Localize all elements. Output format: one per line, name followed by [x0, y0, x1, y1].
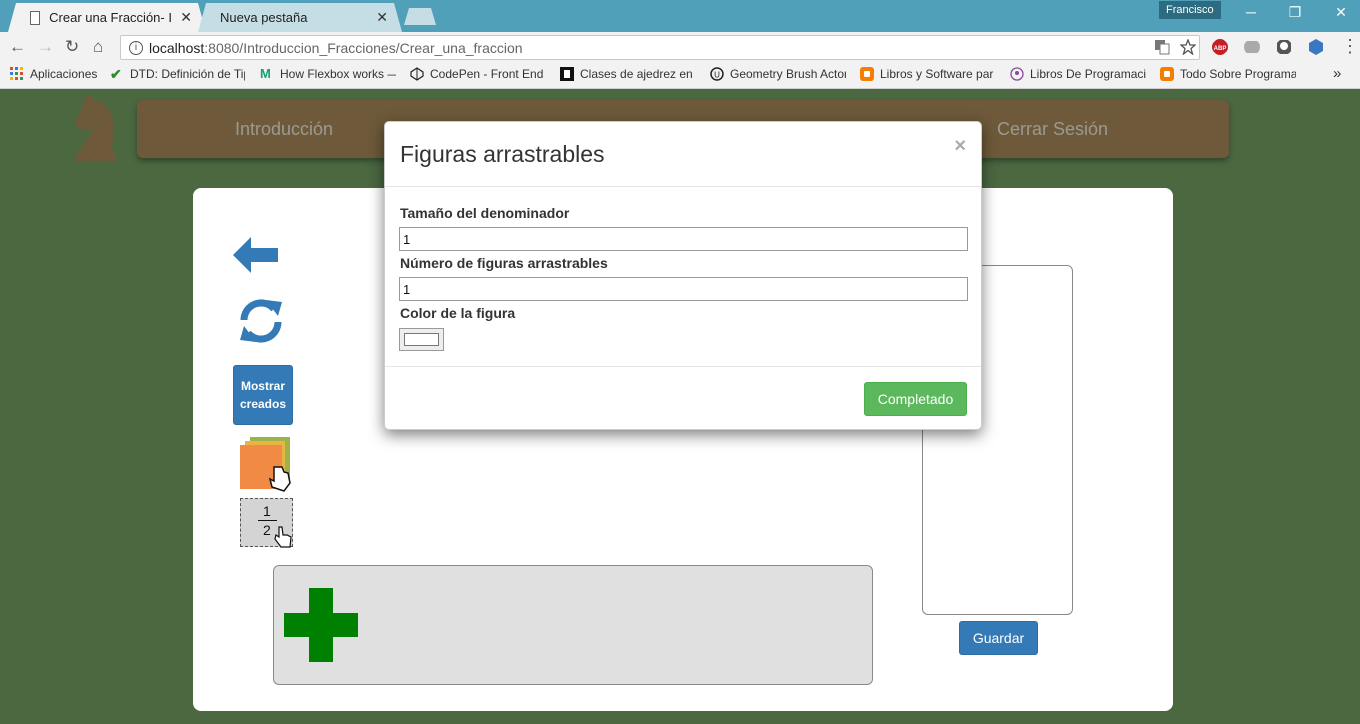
address-bar-row: ← → ↻ ⌂ i localhost :8080/Introduccion_F… — [0, 32, 1360, 62]
url-host: localhost — [149, 39, 205, 56]
unreal-icon: U — [710, 67, 724, 81]
url-input[interactable]: i localhost :8080/Introduccion_Fraccione… — [120, 35, 1200, 60]
cube-extension-icon[interactable] — [1308, 39, 1324, 55]
fraction-denominator: 2 — [263, 522, 271, 538]
apps-grid-icon — [10, 67, 23, 80]
lightbulb-icon[interactable] — [1276, 39, 1292, 55]
fraction-bar — [258, 520, 277, 521]
url-path: :8080/Introduccion_Fracciones/Crear_una_… — [204, 39, 523, 56]
browser-tab-new[interactable]: Nueva pestaña ✕ — [198, 3, 402, 32]
bookmark-label: DTD: Definición de Tip — [130, 67, 245, 81]
bookmark-label: How Flexbox works — — [280, 67, 396, 81]
close-window-icon[interactable]: ✕ — [1318, 4, 1360, 21]
restore-icon[interactable]: ❐ — [1272, 4, 1318, 21]
blogger-icon — [1160, 67, 1174, 81]
color-swatch — [404, 333, 439, 346]
site-info-icon[interactable]: i — [129, 40, 143, 55]
modal-title: Figuras arrastrables — [400, 141, 605, 167]
bookmark-label: Libros De Programaci — [1030, 67, 1146, 81]
bookmark-label: Libros y Software par — [880, 67, 994, 81]
tab-title: Nueva pestaña — [220, 10, 308, 25]
translate-icon[interactable] — [1154, 39, 1170, 55]
bookmark-star-icon[interactable] — [1180, 39, 1196, 55]
bookmark-label: Todo Sobre Programa — [1180, 67, 1296, 81]
svg-text:U: U — [714, 71, 720, 80]
back-arrow-icon[interactable]: ← — [9, 37, 26, 57]
figures-count-input[interactable] — [399, 277, 968, 301]
fraction-tool-button[interactable]: 1 2 — [240, 498, 293, 548]
bookmark-item[interactable]: ✔ DTD: Definición de Tip — [110, 67, 245, 81]
bookmark-item[interactable]: Aplicaciones — [10, 67, 100, 81]
nav-link-intro[interactable]: Introducción — [235, 119, 333, 140]
back-arrow-icon[interactable] — [233, 237, 279, 273]
new-tab-button[interactable] — [404, 8, 436, 25]
checkmark-icon: ✔ — [110, 67, 122, 81]
extension-gray-icon[interactable] — [1244, 39, 1260, 55]
figures-drop-area[interactable] — [273, 565, 873, 685]
refresh-icon[interactable] — [238, 298, 284, 344]
tab-title: Crear una Fracción- Intro — [49, 10, 172, 25]
bookmark-item[interactable]: Todo Sobre Programa — [1160, 67, 1296, 81]
chess-rook-icon — [560, 67, 574, 81]
bookmark-label: Clases de ajedrez en — [580, 67, 693, 81]
reload-icon[interactable]: ↻ — [65, 37, 79, 57]
chrome-menu-icon[interactable]: ⋮ — [1341, 36, 1359, 57]
more-bookmarks-icon[interactable]: » — [1333, 65, 1341, 82]
add-plus-icon[interactable] — [284, 588, 358, 662]
save-button[interactable]: Guardar — [959, 621, 1038, 655]
bookmark-item[interactable]: M How Flexbox works — — [260, 67, 396, 81]
done-button[interactable]: Completado — [864, 382, 967, 416]
nav-link-logout[interactable]: Cerrar Sesión — [997, 119, 1108, 140]
show-created-button[interactable]: Mostrar creados — [233, 365, 293, 425]
browser-tab-strip: Crear una Fracción- Intro ✕ Nueva pestañ… — [0, 0, 1360, 32]
bookmark-item[interactable]: CodePen - Front End — [410, 67, 546, 81]
close-icon[interactable]: × — [954, 135, 966, 158]
hand-cursor-icon — [274, 526, 292, 548]
browser-tab-active[interactable]: Crear una Fracción- Intro ✕ — [8, 3, 206, 32]
figure-color-picker[interactable] — [399, 328, 444, 351]
page-icon — [30, 10, 41, 25]
chess-knight-logo — [75, 94, 116, 162]
fraction-numerator: 1 — [263, 503, 271, 519]
denominator-label: Tamaño del denominador — [400, 205, 570, 221]
draggable-figures-modal: Figuras arrastrables × Tamaño del denomi… — [384, 121, 982, 430]
home-icon[interactable]: ⌂ — [93, 37, 103, 57]
bookmark-item[interactable]: Libros De Programaci — [1010, 67, 1146, 81]
modal-header: Figuras arrastrables × — [385, 122, 981, 187]
bookmark-item[interactable]: Clases de ajedrez en — [560, 67, 696, 81]
modal-footer-divider — [385, 366, 981, 367]
bookmark-label: Geometry Brush Actor — [730, 67, 846, 81]
podcast-icon — [1010, 67, 1024, 81]
medium-m-icon: M — [260, 67, 271, 81]
bookmark-item[interactable]: U Geometry Brush Actor — [710, 67, 846, 81]
svg-text:ABP: ABP — [1214, 46, 1227, 52]
bookmarks-bar: Aplicaciones ✔ DTD: Definición de Tip M … — [0, 62, 1360, 89]
bookmark-label: CodePen - Front End — [430, 67, 544, 81]
figure-color-label: Color de la figura — [400, 305, 516, 321]
adblock-icon[interactable]: ABP — [1212, 39, 1228, 55]
bookmark-item[interactable]: Libros y Software par — [860, 67, 996, 81]
bookmark-label: Aplicaciones — [30, 67, 98, 81]
minimize-icon[interactable]: ─ — [1228, 4, 1274, 20]
forward-arrow-icon[interactable]: → — [37, 37, 54, 57]
denominator-input[interactable] — [399, 227, 968, 251]
blogger-icon — [860, 67, 874, 81]
figures-count-label: Número de figuras arrastrables — [400, 255, 608, 271]
tab-close-icon[interactable]: ✕ — [180, 9, 192, 26]
tab-close-icon[interactable]: ✕ — [376, 9, 388, 26]
draggable-shapes-icon[interactable] — [240, 437, 294, 493]
codepen-icon — [410, 67, 424, 81]
profile-badge[interactable]: Francisco — [1159, 1, 1221, 19]
